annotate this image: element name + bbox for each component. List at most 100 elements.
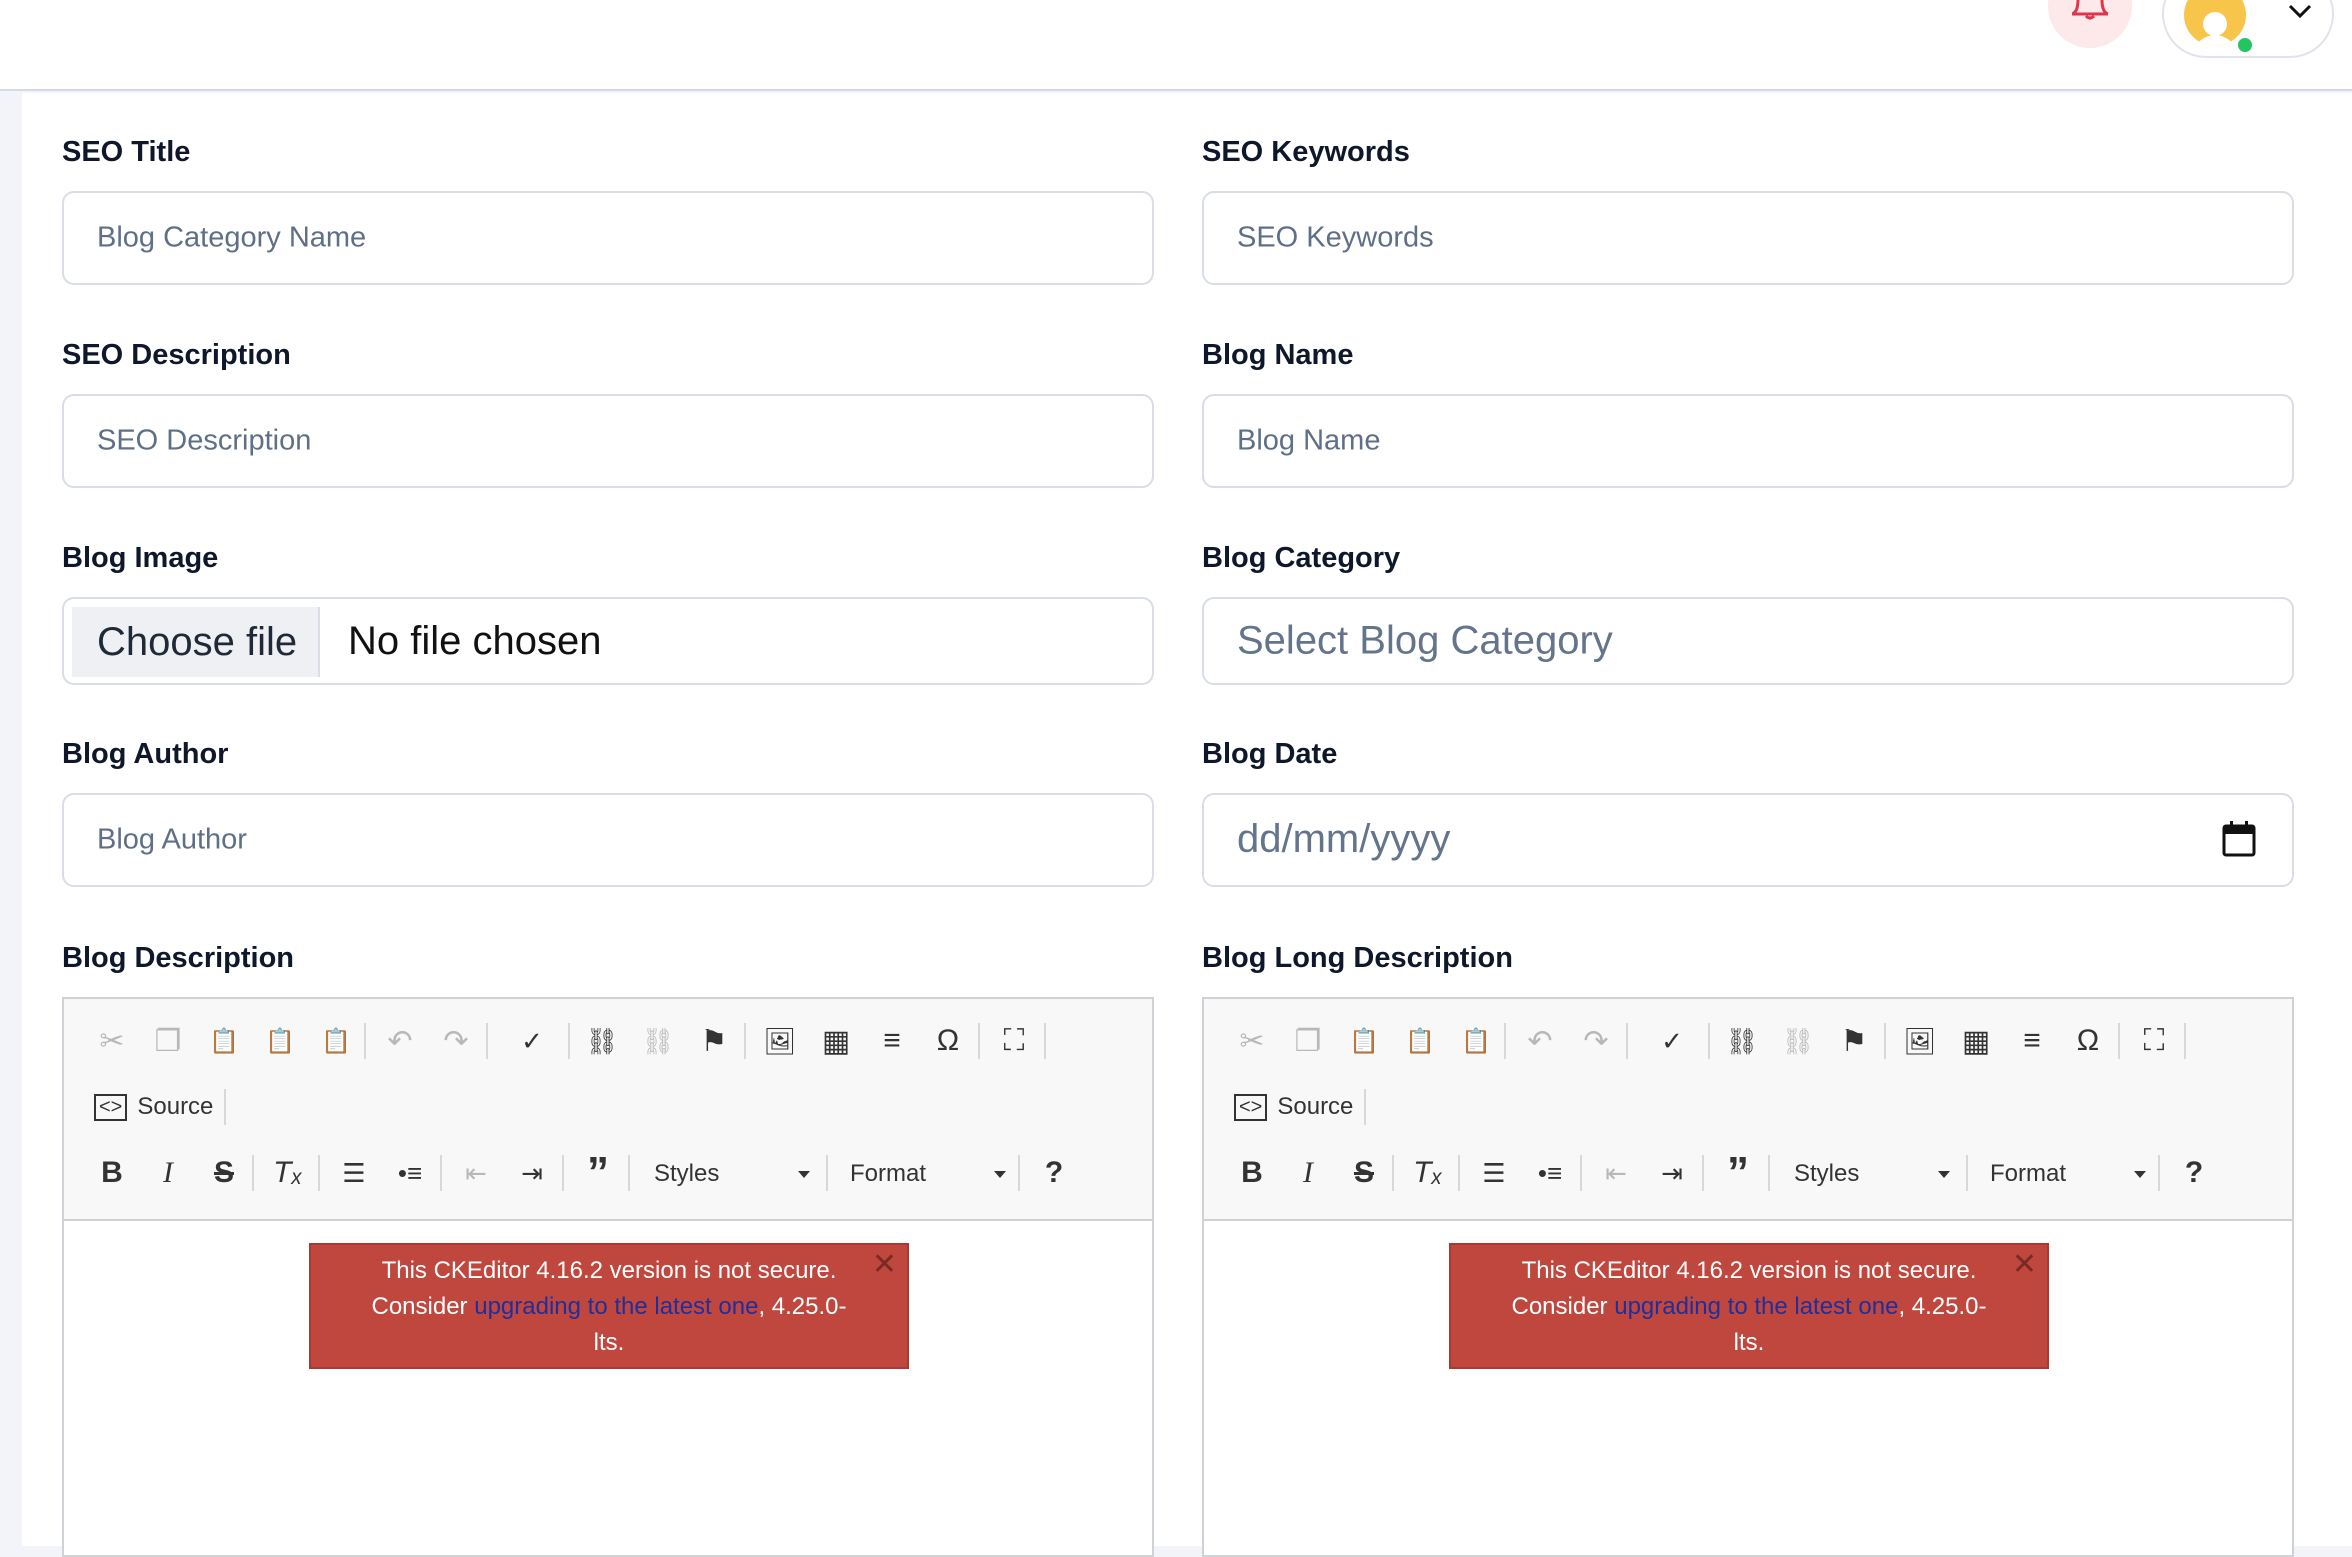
dropdown-caret-icon [798,1171,810,1178]
blog-name-label: Blog Name [1202,339,1354,371]
source-button[interactable]: <> Source [94,1085,213,1129]
italic-icon[interactable]: I [146,1151,190,1195]
table-icon[interactable]: ▦ [814,1019,858,1063]
source-button[interactable]: <> Source [1234,1085,1353,1129]
bulleted-list-icon[interactable]: •≡ [1528,1151,1572,1195]
blog-category-placeholder: Select Blog Category [1237,618,1613,663]
bold-icon[interactable]: B [1230,1151,1274,1195]
styles-dropdown[interactable]: Styles [654,1151,814,1195]
dropdown-caret-icon [1938,1171,1950,1178]
close-icon[interactable]: ✕ [872,1247,897,1283]
numbered-list-icon[interactable]: ☰ [332,1151,376,1195]
undo-icon[interactable]: ↶ [1518,1019,1562,1063]
copy-icon[interactable]: ❐ [146,1019,190,1063]
blog-name-input[interactable]: Blog Name [1202,394,2294,488]
blog-category-label: Blog Category [1202,542,1401,574]
cut-icon[interactable]: ✂ [90,1019,134,1063]
indent-icon[interactable]: ⇥ [1650,1151,1694,1195]
special-char-icon[interactable]: Ω [926,1019,970,1063]
source-icon: <> [94,1093,128,1121]
toolbar-separator [1580,1155,1582,1191]
blog-author-input[interactable]: Blog Author [62,793,1154,887]
unlink-icon[interactable]: ⛓ [636,1019,680,1063]
paste-word-icon[interactable]: 📋 [314,1019,358,1063]
toolbar-separator [1884,1023,1886,1059]
maximize-icon[interactable]: ⛶ [992,1019,1036,1063]
italic-icon[interactable]: I [1286,1151,1330,1195]
bell-icon [2072,0,2108,20]
seo-description-input[interactable]: SEO Description [62,394,1154,488]
maximize-icon[interactable]: ⛶ [2132,1019,2176,1063]
blog-image-label: Blog Image [62,542,219,574]
seo-title-input[interactable]: Blog Category Name [62,191,1154,285]
remove-format-icon[interactable]: Tₓ [1406,1151,1450,1195]
cut-icon[interactable]: ✂ [1230,1019,1274,1063]
toolbar-separator [628,1155,630,1191]
link-icon[interactable]: ⛓ [580,1019,624,1063]
help-icon[interactable]: ? [2172,1151,2216,1195]
unlink-icon[interactable]: ⛓ [1776,1019,1820,1063]
strikethrough-icon[interactable]: S [1342,1151,1386,1195]
chevron-down-icon[interactable] [2288,4,2312,18]
anchor-flag-icon[interactable]: ⚑ [692,1019,736,1063]
blockquote-icon[interactable]: ” [1716,1148,1760,1197]
online-status-dot [2236,36,2254,54]
blog-category-select[interactable]: Select Blog Category [1202,597,2294,685]
anchor-flag-icon[interactable]: ⚑ [1832,1019,1876,1063]
blog-description-toolbar: ✂ ❐ 📋 📋 📋 ↶ ↷ ✓ ⛓ ⛓ ⚑ 🖼 ▦ ≡ Ω ⛶ <> Source B I S Tₓ ☰ •≡ ⇤ ⇥ ” Style… [64,999,1152,1221]
copy-icon[interactable]: ❐ [1286,1019,1330,1063]
paste-icon[interactable]: 📋 [1342,1019,1386,1063]
blockquote-icon[interactable]: ” [576,1148,620,1197]
upgrade-link[interactable]: upgrading to the latest one [1614,1293,1898,1320]
security-warning: ✕ This CKEditor 4.16.2 version is not sec… [1449,1243,2049,1369]
blog-image-file-input[interactable]: Choose file No file chosen [62,597,1154,685]
numbered-list-icon[interactable]: ☰ [1472,1151,1516,1195]
special-char-icon[interactable]: Ω [2066,1019,2110,1063]
source-label: Source [137,1093,214,1120]
spellcheck-icon[interactable]: ✓ [502,1019,562,1063]
spellcheck-icon[interactable]: ✓ [1642,1019,1702,1063]
toolbar-separator [2118,1023,2120,1059]
close-icon[interactable]: ✕ [2012,1247,2037,1283]
remove-format-icon[interactable]: Tₓ [266,1151,310,1195]
toolbar-separator [744,1023,746,1059]
format-dropdown[interactable]: Format [850,1151,1010,1195]
redo-icon[interactable]: ↷ [1574,1019,1618,1063]
image-icon[interactable]: 🖼 [1898,1019,1942,1063]
strikethrough-icon[interactable]: S [202,1151,246,1195]
calendar-icon[interactable] [2222,821,2256,857]
warning-text: , 4.25.0- [758,1293,847,1320]
blog-description-editor[interactable]: ✂ ❐ 📋 📋 📋 ↶ ↷ ✓ ⛓ ⛓ ⚑ 🖼 ▦ ≡ Ω ⛶ <> Source B I S Tₓ ☰ •≡ ⇤ ⇥ ” Style… [62,997,1154,1557]
notification-button[interactable] [2048,0,2132,48]
format-dropdown[interactable]: Format [1990,1151,2150,1195]
outdent-icon[interactable]: ⇤ [454,1151,498,1195]
toolbar-separator [2158,1155,2160,1191]
toolbar-separator [562,1155,564,1191]
warning-line: lts. [1733,1329,1765,1356]
help-icon[interactable]: ? [1032,1151,1076,1195]
paste-word-icon[interactable]: 📋 [1454,1019,1498,1063]
bulleted-list-icon[interactable]: •≡ [388,1151,432,1195]
seo-description-label: SEO Description [62,339,291,371]
indent-icon[interactable]: ⇥ [510,1151,554,1195]
horizontal-line-icon[interactable]: ≡ [870,1019,914,1063]
blog-long-description-editor[interactable]: ✂ ❐ 📋 📋 📋 ↶ ↷ ✓ ⛓ ⛓ ⚑ 🖼 ▦ ≡ Ω ⛶ <> Source B I S Tₓ ☰ •≡ ⇤ ⇥ ” Style… [1202,997,2294,1557]
link-icon[interactable]: ⛓ [1720,1019,1764,1063]
styles-dropdown[interactable]: Styles [1794,1151,1954,1195]
choose-file-button[interactable]: Choose file [72,607,320,677]
undo-icon[interactable]: ↶ [378,1019,422,1063]
image-icon[interactable]: 🖼 [758,1019,802,1063]
file-status: No file chosen [348,619,602,663]
bold-icon[interactable]: B [90,1151,134,1195]
table-icon[interactable]: ▦ [1954,1019,1998,1063]
redo-icon[interactable]: ↷ [434,1019,478,1063]
blog-date-input[interactable]: dd/mm/yyyy [1202,793,2294,887]
seo-keywords-input[interactable]: SEO Keywords [1202,191,2294,285]
profile-menu[interactable] [2162,0,2334,58]
paste-text-icon[interactable]: 📋 [258,1019,302,1063]
paste-text-icon[interactable]: 📋 [1398,1019,1442,1063]
upgrade-link[interactable]: upgrading to the latest one [474,1293,758,1320]
paste-icon[interactable]: 📋 [202,1019,246,1063]
horizontal-line-icon[interactable]: ≡ [2010,1019,2054,1063]
outdent-icon[interactable]: ⇤ [1594,1151,1638,1195]
